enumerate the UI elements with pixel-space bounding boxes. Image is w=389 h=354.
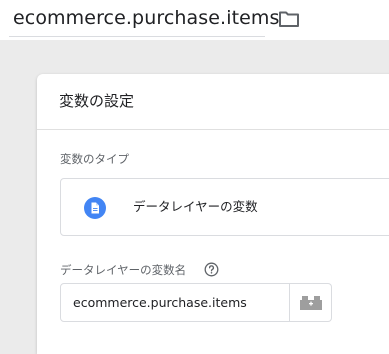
folder-icon[interactable] bbox=[278, 9, 300, 29]
datalayer-variable-name-label: データレイヤーの変数名 bbox=[60, 263, 187, 277]
card-title: 変数の設定 bbox=[59, 92, 135, 110]
variable-name-title[interactable]: ecommerce.purchase.items bbox=[13, 6, 280, 30]
card-divider bbox=[37, 129, 389, 130]
top-bar: ecommerce.purchase.items bbox=[0, 0, 389, 40]
variable-type-name: データレイヤーの変数 bbox=[133, 199, 258, 214]
variable-type-label: 変数のタイプ bbox=[60, 152, 129, 166]
variable-type-selector[interactable]: データレイヤーの変数 bbox=[60, 178, 389, 236]
variable-configuration-card: 変数の設定 変数のタイプ データレイヤーの変数 データレイヤーの変数名 bbox=[37, 74, 389, 354]
variable-name-underline bbox=[9, 36, 265, 37]
help-circle-icon[interactable] bbox=[204, 262, 219, 277]
variable-picker-button[interactable] bbox=[290, 283, 332, 322]
datalayer-variable-name-input[interactable] bbox=[60, 283, 290, 322]
document-icon bbox=[84, 197, 106, 219]
